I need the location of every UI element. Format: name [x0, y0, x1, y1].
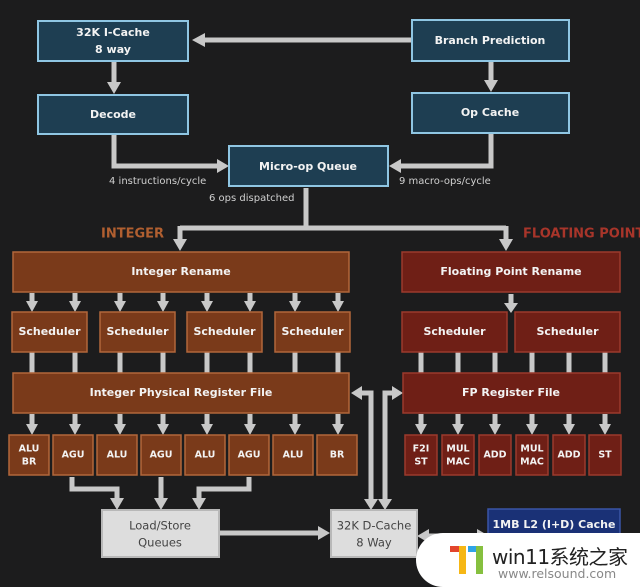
integer-unit-label: ALU — [195, 450, 216, 461]
op-cache-block: Op Cache — [411, 92, 570, 134]
dispatch-note: 6 ops dispatched — [209, 193, 294, 204]
micro-op-queue-label: Micro-op Queue — [259, 160, 357, 173]
fp-unit-label-line1: MUL — [446, 444, 469, 455]
fp-unit-box — [515, 434, 549, 476]
integer-unit-label: BR — [330, 450, 345, 461]
l2-cache-label: 1MB L2 (I+D) Cache — [493, 518, 616, 531]
integer-unit-alu: ALU BR — [8, 434, 50, 476]
integer-scheduler: Scheduler — [186, 311, 263, 353]
integer-scheduler-label: Scheduler — [193, 325, 256, 338]
integer-section-label: INTEGER — [101, 227, 164, 242]
load-store-label-line1: Load/Store — [129, 519, 191, 533]
integer-unit-label: AGU — [238, 450, 261, 461]
icache-label-line1: 32K I-Cache — [76, 26, 150, 39]
fp-unit-mul: MUL MAC — [441, 434, 475, 476]
decode-block: Decode — [37, 94, 189, 135]
load-store-label-line2: Queues — [138, 536, 182, 550]
dcache-box — [330, 509, 418, 558]
integer-unit-label: AGU — [62, 450, 85, 461]
integer-unit-agu: AGU — [228, 434, 270, 476]
branch-prediction-block: Branch Prediction — [411, 19, 570, 62]
fp-unit-label: ADD — [557, 450, 580, 461]
integer-scheduler-label: Scheduler — [281, 325, 344, 338]
integer-scheduler: Scheduler — [99, 311, 176, 353]
integer-unit-alu: ALU — [272, 434, 314, 476]
integer-rename-label: Integer Rename — [131, 265, 230, 278]
integer-rename-block: Integer Rename — [12, 251, 350, 293]
fp-rename-label: Floating Point Rename — [440, 265, 581, 278]
load-store-queues-block: Load/Store Queues — [101, 509, 220, 558]
dcache-label-line2: 8 Way — [356, 536, 392, 550]
watermark-url: www.relsound.com — [498, 566, 617, 581]
integer-scheduler: Scheduler — [11, 311, 88, 353]
fp-unit-add: ADD — [552, 434, 586, 476]
fp-unit-label-line2: MAC — [520, 457, 544, 468]
fp-register-file-label: FP Register File — [462, 386, 560, 399]
fp-unit-mul: MUL MAC — [515, 434, 549, 476]
integer-unit-label: ALU — [107, 450, 128, 461]
load-store-queues-box — [101, 509, 220, 558]
icache-block: 32K I-Cache 8 way — [37, 20, 189, 62]
integer-unit-alu: ALU — [184, 434, 226, 476]
fp-unit-label: ADD — [483, 450, 506, 461]
fp-scheduler-label: Scheduler — [536, 325, 599, 338]
background — [0, 0, 640, 587]
watermark-logo-icon — [450, 546, 483, 574]
fp-unit-label-line2: MAC — [446, 457, 470, 468]
cpu-core-block-diagram: 32K I-Cache 8 way Branch Prediction Deco… — [0, 0, 640, 587]
micro-op-queue-block: Micro-op Queue — [228, 145, 389, 187]
integer-scheduler-label: Scheduler — [18, 325, 81, 338]
integer-scheduler-label: Scheduler — [106, 325, 169, 338]
integer-unit-alu: ALU — [96, 434, 138, 476]
fp-unit-label-line2: ST — [414, 457, 428, 468]
icache-label-line2: 8 way — [95, 43, 131, 56]
fp-scheduler-label: Scheduler — [423, 325, 486, 338]
integer-unit-label: AGU — [150, 450, 173, 461]
branch-prediction-label: Branch Prediction — [435, 34, 546, 47]
fp-section-label: FLOATING POINT — [523, 227, 640, 242]
fp-scheduler: Scheduler — [401, 311, 508, 353]
fp-unit-add: ADD — [478, 434, 512, 476]
integer-register-file-block: Integer Physical Register File — [12, 372, 350, 414]
integer-unit-label-line1: ALU — [19, 444, 40, 455]
integer-scheduler: Scheduler — [274, 311, 351, 353]
integer-unit-agu: AGU — [140, 434, 182, 476]
decode-rate-note: 4 instructions/cycle — [109, 176, 206, 187]
fp-unit-st: ST — [588, 434, 622, 476]
fp-unit-f2i: F2I ST — [404, 434, 438, 476]
fp-unit-box — [404, 434, 438, 476]
fp-unit-label-line1: MUL — [520, 444, 543, 455]
fp-unit-label-line1: F2I — [413, 444, 430, 455]
op-cache-rate-note: 9 macro-ops/cycle — [399, 176, 491, 187]
decode-label: Decode — [90, 108, 136, 121]
fp-scheduler: Scheduler — [514, 311, 621, 353]
integer-unit-label: ALU — [283, 450, 304, 461]
fp-unit-label: ST — [598, 450, 612, 461]
integer-unit-label-line2: BR — [22, 457, 37, 468]
integer-unit-agu: AGU — [52, 434, 94, 476]
dcache-block: 32K D-Cache 8 Way — [330, 509, 418, 558]
op-cache-label: Op Cache — [461, 106, 519, 119]
watermark-badge: win11系统之家 www.relsound.com — [416, 533, 640, 587]
integer-unit-br: BR — [316, 434, 358, 476]
fp-unit-box — [441, 434, 475, 476]
fp-rename-block: Floating Point Rename — [401, 251, 621, 293]
dcache-label-line1: 32K D-Cache — [337, 519, 412, 533]
integer-unit-box — [8, 434, 50, 476]
integer-register-file-label: Integer Physical Register File — [90, 386, 273, 399]
fp-register-file-block: FP Register File — [402, 372, 621, 414]
